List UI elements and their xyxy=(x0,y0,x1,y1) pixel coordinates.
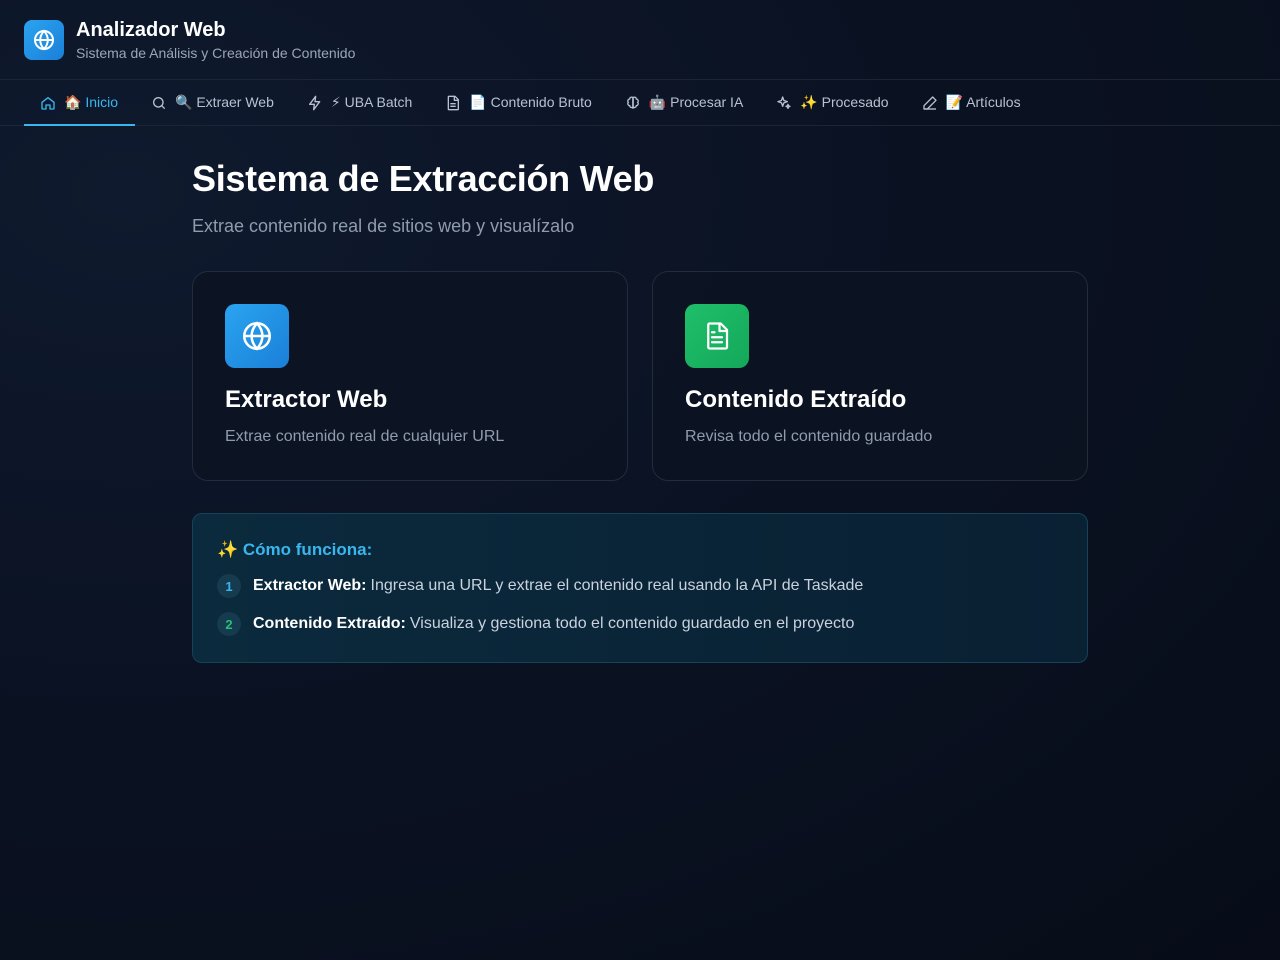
contenido-extraido-card[interactable]: Contenido Extraído Revisa todo el conten… xyxy=(652,271,1088,481)
step-label: Extractor Web: xyxy=(253,577,367,594)
tab-procesado-label: ✨ Procesado xyxy=(800,94,889,110)
main-content: Sistema de Extracción Web Extrae conteni… xyxy=(192,158,1088,663)
tab-procesar-ia[interactable]: 🤖 Procesar IA xyxy=(609,80,760,125)
tab-inicio-label: 🏠 Inicio xyxy=(64,94,119,110)
home-icon xyxy=(41,96,55,110)
app-subtitle: Sistema de Análisis y Creación de Conten… xyxy=(76,44,356,61)
tab-procesar-ia-label: 🤖 Procesar IA xyxy=(648,94,744,110)
main-nav: 🏠 Inicio 🔍 Extraer Web ⚡ UBA Batch 📄 Con… xyxy=(0,80,1280,126)
step-number: 1 xyxy=(217,574,241,598)
brand: Analizador Web Sistema de Análisis y Cre… xyxy=(76,19,355,61)
step-number: 2 xyxy=(217,612,241,636)
step-text: Ingresa una URL y extrae el contenido re… xyxy=(370,577,864,594)
bolt-icon xyxy=(308,95,321,110)
tab-extraer-web-label: 🔍 Extraer Web xyxy=(175,94,274,110)
globe-icon xyxy=(225,304,289,368)
search-icon xyxy=(153,96,166,109)
how-it-works-panel: ✨ Cómo funciona: 1 Extractor Web: Ingres… xyxy=(192,513,1088,663)
step-text: Visualiza y gestiona todo el contenido g… xyxy=(409,615,855,632)
tab-inicio[interactable]: 🏠 Inicio xyxy=(24,80,136,126)
globe-icon xyxy=(24,19,64,60)
extractor-web-card[interactable]: Extractor Web Extrae contenido real de c… xyxy=(192,271,628,481)
card-description: Extrae contenido real de cualquier URL xyxy=(225,428,505,445)
app-header: Analizador Web Sistema de Análisis y Cre… xyxy=(0,0,1280,80)
tab-uba-batch-label: ⚡ UBA Batch xyxy=(330,94,413,110)
step-label: Contenido Extraído: xyxy=(253,615,406,632)
step-item: 1 Extractor Web: Ingresa una URL y extra… xyxy=(217,574,1063,598)
card-title: Extractor Web xyxy=(225,386,388,413)
how-it-works-title: ✨ Cómo funciona: xyxy=(217,540,373,559)
tab-contenido-bruto-label: 📄 Contenido Bruto xyxy=(469,94,592,110)
tab-procesado[interactable]: ✨ Procesado xyxy=(760,80,905,125)
sparkles-icon xyxy=(777,95,791,109)
page-subtitle: Extrae contenido real de sitios web y vi… xyxy=(192,216,575,236)
app-title: Analizador Web xyxy=(76,18,226,41)
tab-contenido-bruto[interactable]: 📄 Contenido Bruto xyxy=(429,80,609,125)
card-title: Contenido Extraído xyxy=(685,386,907,413)
feature-cards: Extractor Web Extrae contenido real de c… xyxy=(192,271,1088,481)
brain-icon xyxy=(627,96,639,109)
page-title: Sistema de Extracción Web xyxy=(192,158,655,199)
tab-articulos[interactable]: 📝 Artículos xyxy=(906,80,1038,125)
document-icon xyxy=(447,95,460,110)
document-icon xyxy=(685,304,749,368)
pencil-icon xyxy=(922,95,937,110)
step-item: 2 Contenido Extraído: Visualiza y gestio… xyxy=(217,612,1063,636)
tab-extraer-web[interactable]: 🔍 Extraer Web xyxy=(135,80,291,125)
tab-uba-batch[interactable]: ⚡ UBA Batch xyxy=(291,80,429,125)
tab-articulos-label: 📝 Artículos xyxy=(945,94,1021,110)
card-description: Revisa todo el contenido guardado xyxy=(685,428,933,445)
